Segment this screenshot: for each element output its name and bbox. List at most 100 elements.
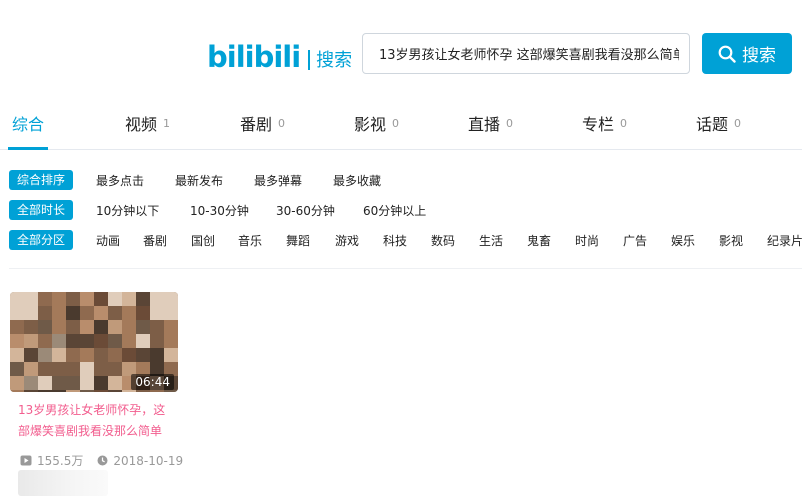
tab-count: 0 — [734, 117, 742, 130]
thumbnail-pixel — [52, 376, 66, 390]
thumbnail-pixel — [150, 292, 164, 306]
zone-option[interactable]: 时尚 — [575, 232, 599, 249]
thumbnail-pixel — [94, 348, 108, 362]
tab-label: 综合 — [12, 115, 45, 134]
tab-label: 番剧 — [240, 115, 273, 134]
thumbnail-pixel — [24, 390, 38, 392]
thumbnail-pixel — [24, 348, 38, 362]
thumbnail-pixel — [10, 320, 24, 334]
duration-option-30-60[interactable]: 30-60分钟 — [276, 202, 335, 219]
thumbnail-pixel — [150, 334, 164, 348]
search-input[interactable] — [363, 34, 689, 73]
tab-live[interactable]: 直播 0 — [468, 111, 513, 135]
duration-option-over-60[interactable]: 60分钟以上 — [363, 202, 426, 219]
video-title[interactable]: 13岁男孩让女老师怀孕，这部爆笑喜剧我看没那么简单 — [18, 400, 170, 442]
thumbnail-pixel — [66, 390, 80, 392]
logo-separator — [308, 50, 311, 70]
logo-search-label: 搜索 — [316, 50, 353, 71]
thumbnail-pixel — [66, 348, 80, 362]
tab-bangumi[interactable]: 番剧 0 — [240, 111, 285, 135]
thumbnail-pixel — [80, 306, 94, 320]
thumbnail-pixel — [94, 362, 108, 376]
zone-option[interactable]: 数码 — [431, 232, 455, 249]
thumbnail-pixel — [164, 320, 178, 334]
zone-option[interactable]: 音乐 — [238, 232, 262, 249]
thumbnail-pixel — [164, 292, 178, 306]
video-thumbnail[interactable]: 06:44 — [10, 292, 178, 392]
thumbnail-pixel — [136, 306, 150, 320]
thumbnail-pixel — [52, 334, 66, 348]
thumbnail-pixel — [80, 348, 94, 362]
active-tab-indicator — [8, 147, 48, 150]
zone-option[interactable]: 国创 — [191, 232, 215, 249]
thumbnail-pixel — [66, 292, 80, 306]
thumbnail-pixel — [108, 334, 122, 348]
thumbnail-pixel — [108, 292, 122, 306]
tab-topic[interactable]: 话题 0 — [696, 111, 741, 135]
sort-badge[interactable]: 综合排序 — [9, 170, 74, 190]
thumbnail-pixel — [164, 348, 178, 362]
thumbnail-pixel — [24, 320, 38, 334]
video-meta: 155.5万 2018-10-19 — [20, 452, 183, 469]
thumbnail-pixel — [10, 334, 24, 348]
duration-option-10-30[interactable]: 10-30分钟 — [190, 202, 249, 219]
thumbnail-pixel — [150, 306, 164, 320]
zone-option[interactable]: 广告 — [623, 232, 647, 249]
thumbnail-pixel — [24, 376, 38, 390]
thumbnail-pixel — [10, 362, 24, 376]
thumbnail-pixel — [94, 306, 108, 320]
tab-label: 视频 — [125, 115, 158, 134]
search-button[interactable]: 搜索 — [702, 33, 792, 74]
sort-option-most-danmaku[interactable]: 最多弹幕 — [254, 172, 302, 189]
thumbnail-pixel — [10, 390, 24, 392]
thumbnail-pixel — [122, 334, 136, 348]
thumbnail-pixel — [122, 292, 136, 306]
thumbnail-pixel — [66, 362, 80, 376]
tab-article[interactable]: 专栏 0 — [582, 111, 627, 135]
tab-movie[interactable]: 影视 0 — [354, 111, 399, 135]
tab-video[interactable]: 视频 1 — [125, 111, 170, 135]
search-button-label: 搜索 — [742, 46, 776, 66]
zone-option[interactable]: 舞蹈 — [286, 232, 310, 249]
zone-option[interactable]: 游戏 — [335, 232, 359, 249]
thumbnail-pixel — [108, 362, 122, 376]
duration-badge[interactable]: 全部时长 — [9, 200, 74, 220]
play-count: 155.5万 — [20, 452, 83, 469]
tab-count: 0 — [392, 117, 400, 130]
thumbnail-pixel — [66, 320, 80, 334]
zone-option[interactable]: 生活 — [479, 232, 503, 249]
zone-option[interactable]: 影视 — [719, 232, 743, 249]
thumbnail-pixel — [80, 390, 94, 392]
thumbnail-pixel — [52, 292, 66, 306]
tab-label: 影视 — [354, 115, 387, 134]
duration-option-under-10[interactable]: 10分钟以下 — [96, 202, 159, 219]
thumbnail-pixel — [10, 306, 24, 320]
zone-option[interactable]: 动画 — [96, 232, 120, 249]
zone-option[interactable]: 鬼畜 — [527, 232, 551, 249]
zone-option[interactable]: 科技 — [383, 232, 407, 249]
filter-divider — [9, 268, 802, 269]
thumbnail-pixel — [66, 306, 80, 320]
thumbnail-pixel — [10, 376, 24, 390]
sort-option-newest[interactable]: 最新发布 — [175, 172, 223, 189]
thumbnail-pixel — [94, 376, 108, 390]
sort-filter-row: 综合排序 最多点击 最新发布 最多弹幕 最多收藏 — [9, 170, 789, 190]
bilibili-logo[interactable]: bilibili 搜索 — [207, 38, 352, 76]
zone-option[interactable]: 番剧 — [143, 232, 167, 249]
thumbnail-pixel — [150, 320, 164, 334]
sort-option-most-clicks[interactable]: 最多点击 — [96, 172, 144, 189]
logo-wordmark: bilibili — [207, 40, 301, 74]
thumbnail-pixel — [66, 334, 80, 348]
thumbnail-pixel — [164, 390, 178, 392]
thumbnail-pixel — [136, 348, 150, 362]
zone-option[interactable]: 纪录片 — [767, 232, 802, 249]
sort-option-most-favorites[interactable]: 最多收藏 — [333, 172, 381, 189]
thumbnail-pixel — [24, 306, 38, 320]
tab-all[interactable]: 综合 — [12, 111, 44, 135]
zone-option[interactable]: 娱乐 — [671, 232, 695, 249]
thumbnail-pixel — [38, 306, 52, 320]
zone-badge[interactable]: 全部分区 — [9, 230, 74, 250]
search-icon — [718, 45, 736, 63]
search-box[interactable] — [362, 33, 690, 74]
video-card[interactable]: 06:44 13岁男孩让女老师怀孕，这部爆笑喜剧我看没那么简单 155.5万 2… — [10, 292, 183, 499]
